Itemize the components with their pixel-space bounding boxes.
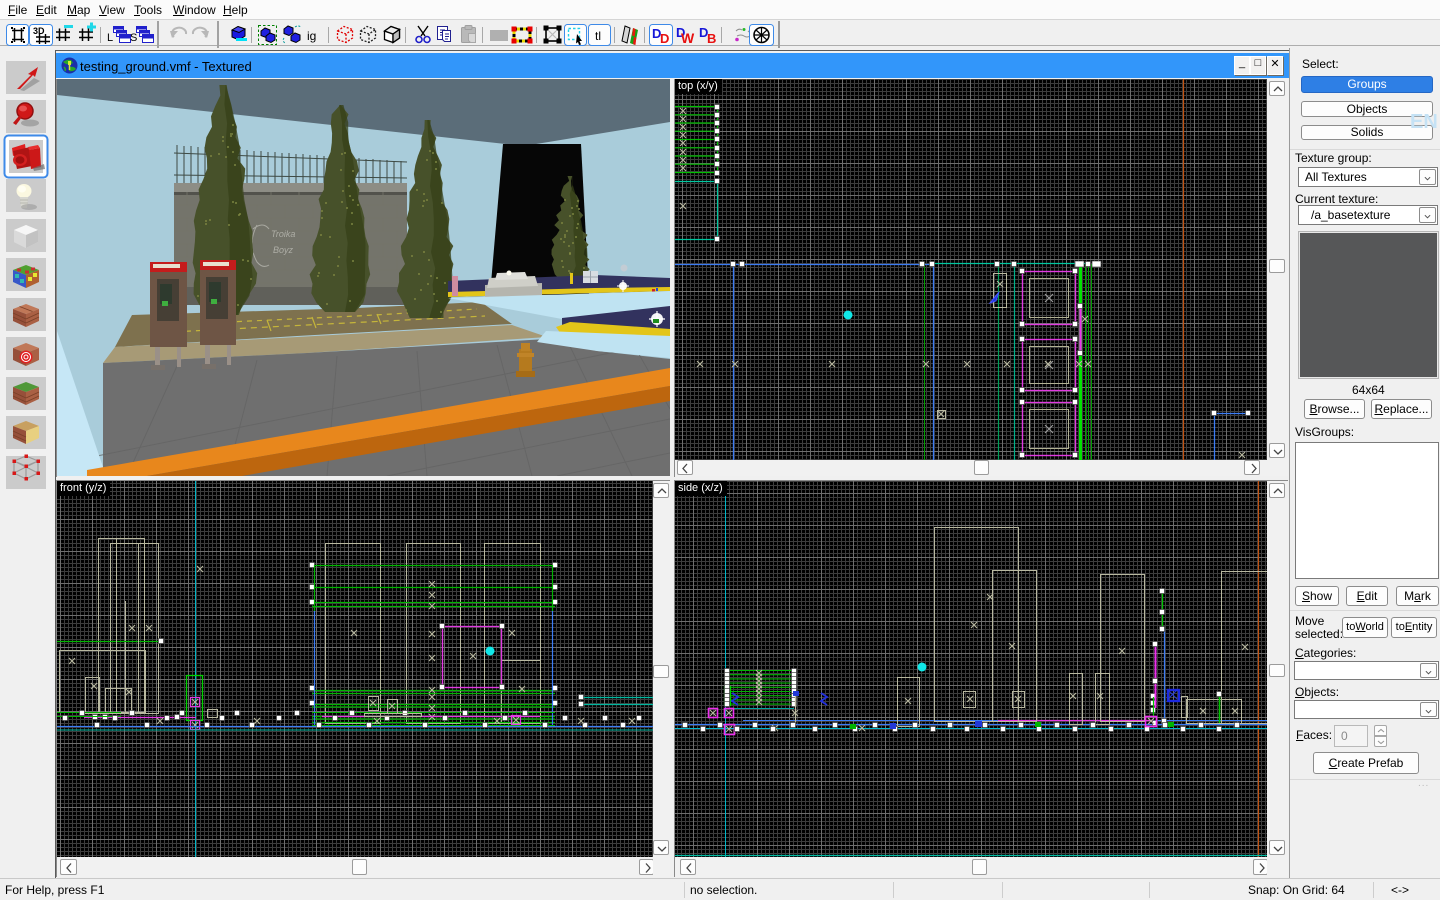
svg-text:Troika: Troika <box>271 229 295 239</box>
svg-text:ig: ig <box>307 29 316 43</box>
svg-text:Boyz: Boyz <box>273 245 294 255</box>
svg-text:S: S <box>130 32 137 44</box>
svg-text:D: D <box>660 31 669 46</box>
svg-text:tl: tl <box>595 29 601 43</box>
svg-text:L: L <box>107 32 113 44</box>
svg-text:W: W <box>681 30 695 46</box>
svg-text:B: B <box>707 31 716 46</box>
